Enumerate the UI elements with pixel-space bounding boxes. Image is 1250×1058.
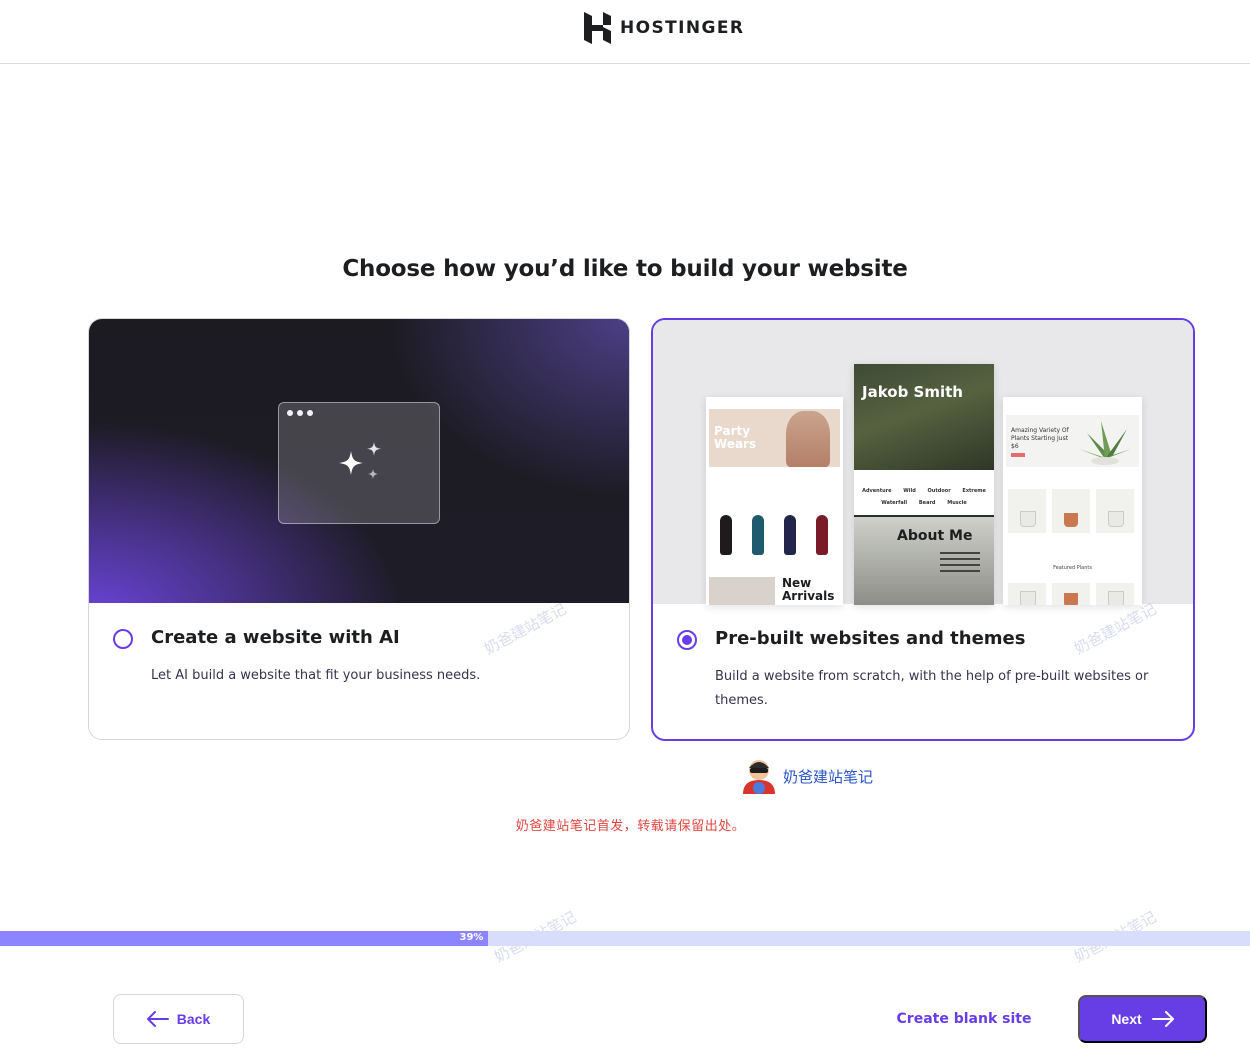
back-button-label: Back: [176, 1011, 211, 1027]
portfolio-tags-row: Adventure Wild Outdoor Extreme: [862, 488, 986, 494]
templates-preview: Party Wears New Arrivals Jakob Smith Adv…: [653, 320, 1193, 605]
option-card-prebuilt[interactable]: Party Wears New Arrivals Jakob Smith Adv…: [651, 318, 1195, 741]
next-button-label: Next: [1111, 1011, 1142, 1027]
option-description-ai: Let AI build a website that fit your bus…: [151, 668, 481, 683]
top-header: HOSTINGER: [0, 0, 1250, 64]
option-card-ai[interactable]: Create a website with AI Let AI build a …: [88, 318, 630, 740]
ai-illustration: [89, 319, 629, 603]
option-title-prebuilt: Pre-built websites and themes: [715, 628, 1026, 649]
create-blank-site-button[interactable]: Create blank site: [895, 1003, 1033, 1035]
fashion-hero-title: Party Wears: [714, 424, 757, 451]
plant-product: [1008, 489, 1046, 533]
model-image: [816, 515, 828, 555]
option-description-prebuilt: Build a website from scratch, with the h…: [715, 669, 1149, 708]
window-dots-icon: [287, 410, 313, 416]
plant-product: [1052, 489, 1090, 533]
plants-hero: Amazing Variety Of Plants Starting Just …: [1006, 415, 1139, 467]
plant-product: [1008, 583, 1046, 605]
progress-fill: [0, 931, 488, 946]
plant-product: [1096, 583, 1134, 605]
progress-bar: 39%: [0, 931, 1250, 946]
browser-window-illustration: [278, 402, 440, 524]
arrivals-image: [709, 577, 775, 605]
model-image: [784, 515, 796, 555]
fashion-hero: Party Wears: [709, 409, 840, 467]
page-title: Choose how you’d like to build your webs…: [342, 256, 908, 282]
portfolio-text-lines: [940, 552, 980, 576]
watermark-note: 奶爸建站笔记首发，转载请保留出处。: [515, 819, 746, 834]
model-image: [752, 515, 764, 555]
arrow-right-icon: [1151, 1011, 1174, 1027]
option-title-ai: Create a website with AI: [151, 627, 400, 648]
plants-hero-title: Amazing Variety Of Plants Starting Just …: [1011, 427, 1069, 450]
portfolio-name: Jakob Smith: [862, 383, 963, 401]
progress-label: 39%: [459, 932, 484, 943]
watermark-author-name: 奶爸建站笔记: [783, 767, 874, 786]
plant-icon: [1079, 421, 1131, 465]
portfolio-tags-row: Waterfall Beard Muscle: [881, 500, 967, 506]
portfolio-section-title: About Me: [897, 528, 973, 544]
plants-hero-button: [1011, 453, 1025, 457]
watermark-author: 奶爸建站笔记: [739, 756, 873, 796]
plant-products: [1008, 489, 1134, 533]
plants-section-title: Featured Plants: [1053, 565, 1092, 571]
back-button[interactable]: Back: [113, 994, 244, 1044]
fashion-model-image: [786, 411, 830, 467]
template-preview-fashion: Party Wears New Arrivals: [706, 397, 843, 605]
portfolio-hero-image: [854, 364, 994, 470]
template-preview-portfolio: Jakob Smith Adventure Wild Outdoor Extre…: [854, 364, 994, 605]
portfolio-tags: Adventure Wild Outdoor Extreme Waterfall…: [854, 470, 994, 515]
plant-product: [1052, 583, 1090, 605]
sparkles-icon: [339, 442, 381, 479]
plant-products-featured: [1008, 583, 1134, 605]
brand-logo[interactable]: HOSTINGER: [584, 12, 744, 44]
author-avatar-icon: [743, 760, 775, 794]
fashion-section-title: New Arrivals: [782, 576, 835, 603]
model-image: [720, 515, 732, 555]
next-button[interactable]: Next: [1078, 995, 1207, 1043]
template-preview-plants: Amazing Variety Of Plants Starting Just …: [1003, 397, 1142, 605]
radio-prebuilt[interactable]: [677, 630, 697, 650]
plant-product: [1096, 489, 1134, 533]
hostinger-logo-icon: [584, 12, 611, 44]
arrow-left-icon: [146, 1011, 169, 1027]
radio-ai[interactable]: [113, 629, 133, 649]
brand-name: HOSTINGER: [620, 18, 745, 38]
